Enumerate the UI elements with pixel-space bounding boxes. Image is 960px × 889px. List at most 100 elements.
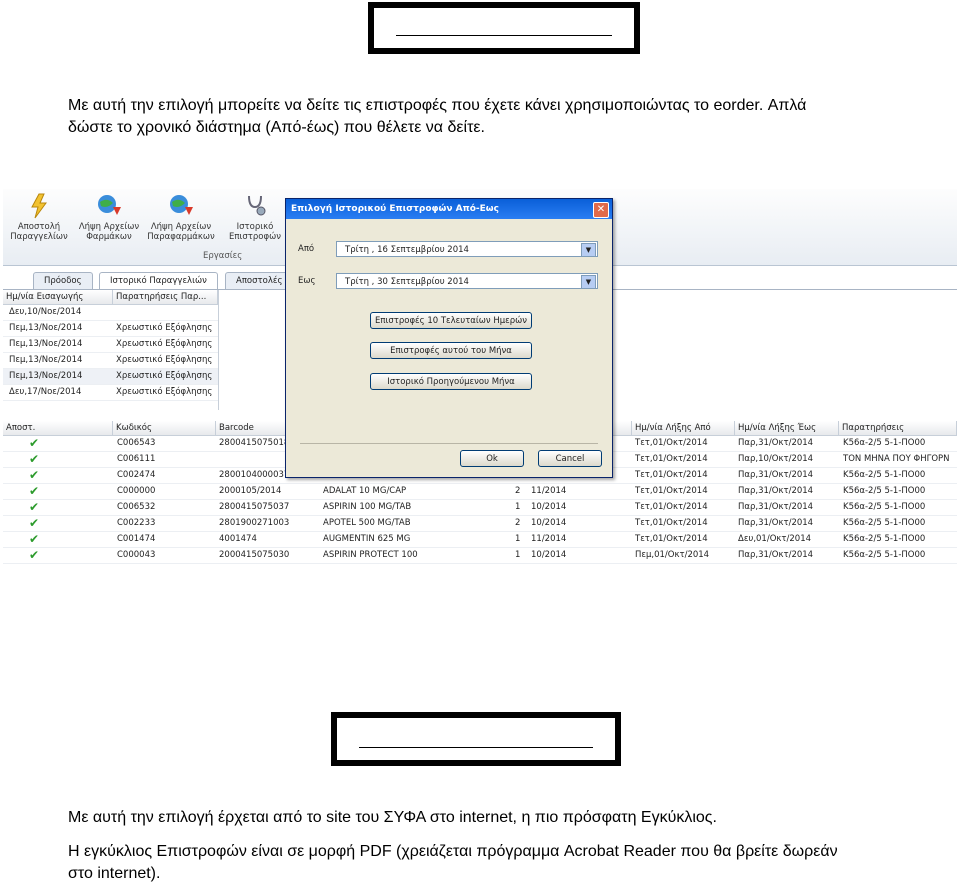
table-row[interactable]: ✔ C000043 2000415075030 ASPIRIN PROTECT 100… xyxy=(3,548,957,564)
bottom-button-frame[interactable] xyxy=(331,712,621,766)
section2-line1: Με αυτή την επιλογή έρχεται από το site … xyxy=(68,809,717,826)
cell-from: Τετ,01/Οκτ/2014 xyxy=(635,502,708,512)
cell-barcode: 2000105/2014 xyxy=(219,486,282,496)
header-notes[interactable]: Παρατηρήσεις xyxy=(839,421,957,435)
table-row[interactable]: Δευ,17/Νοε/2014 Χρεωστικό Εξόφλησης xyxy=(3,385,218,401)
to-date-picker[interactable]: Τρίτη , 30 Σεπτεμβρίου 2014 ▼ xyxy=(336,273,598,289)
this-month-button[interactable]: Επιστροφές αυτού του Μήνα xyxy=(370,342,532,359)
section2-line2: Η εγκύκλιος Επιστροφών είναι σε μορφή PD… xyxy=(68,843,838,860)
cell-desc: ASPIRIN PROTECT 100 xyxy=(323,550,418,560)
cancel-button[interactable]: Cancel xyxy=(538,450,602,467)
table-row[interactable]: Πεμ,13/Νοε/2014 Χρεωστικό Εξόφλησης xyxy=(3,369,218,385)
cell-to: Παρ,31/Οκτ/2014 xyxy=(738,486,814,496)
cell-code: C000043 xyxy=(117,550,156,560)
close-icon[interactable]: ✕ xyxy=(593,202,609,218)
row-date: Πεμ,13/Νοε/2014 xyxy=(9,355,83,365)
cell-to: Παρ,31/Οκτ/2014 xyxy=(738,518,814,528)
table-row[interactable]: ✔ C000000 2000105/2014 ADALAT 10 MG/CAP 2 11/… xyxy=(3,484,957,500)
cell-from: Τετ,01/Οκτ/2014 xyxy=(635,454,708,464)
dialog-title: Επιλογή Ιστορικού Επιστροφών Από-Εως xyxy=(286,199,612,219)
cell-note: Κ56α-2/5 5-1-ΠΟ00 xyxy=(843,518,926,528)
cell-barcode: 2800415075037 xyxy=(219,502,290,512)
cell-date: 11/2014 xyxy=(531,486,567,496)
cell-note: Κ56α-2/5 5-1-ΠΟ00 xyxy=(843,438,926,448)
table-row[interactable]: Πεμ,13/Νοε/2014 Χρεωστικό Εξόφλησης xyxy=(3,337,218,353)
from-date-value: Τρίτη , 16 Σεπτεμβρίου 2014 xyxy=(345,245,469,255)
table-row[interactable]: ✔ C002233 2801900271003 APOTEL 500 MG/TAB 2 1… xyxy=(3,516,957,532)
table-row[interactable]: Πεμ,13/Νοε/2014 Χρεωστικό Εξόφλησης xyxy=(3,353,218,369)
returns-history-label: Ιστορικό Επιστροφών xyxy=(229,222,281,242)
cell-from: Τετ,01/Οκτ/2014 xyxy=(635,438,708,448)
download-parapharm-button[interactable]: Λήψη Αρχείων Παραφαρμάκων xyxy=(147,193,215,242)
ok-button[interactable]: Ok xyxy=(460,450,524,467)
cell-qty: 1 xyxy=(515,502,521,512)
row-date: Δευ,10/Νοε/2014 xyxy=(9,307,82,317)
cell-barcode: 4001474 xyxy=(219,534,257,544)
cell-date: 10/2014 xyxy=(531,550,567,560)
cell-note: Κ56α-2/5 5-1-ΠΟ00 xyxy=(843,470,926,480)
header-code[interactable]: Κωδικός xyxy=(113,421,216,435)
checkmark-icon: ✔ xyxy=(29,516,40,530)
stethoscope-icon xyxy=(248,195,266,216)
cell-code: C006532 xyxy=(117,502,156,512)
cell-barcode: 2801900271003 xyxy=(219,518,290,528)
dialog-divider xyxy=(300,443,598,444)
section1-line2: δώστε το χρονικό διάστημα (Από-έως) που … xyxy=(68,119,485,136)
row-note: Χρεωστικό Εξόφλησης xyxy=(116,371,213,381)
table-row[interactable]: Δευ,10/Νοε/2014 xyxy=(3,305,218,321)
header-notes[interactable]: Παρατηρήσεις Παρ... xyxy=(113,290,218,304)
download-drugs-button[interactable]: Λήψη Αρχείων Φαρμάκων xyxy=(75,193,143,242)
cell-from: Τετ,01/Οκτ/2014 xyxy=(635,470,708,480)
to-label: Εως xyxy=(298,276,316,286)
row-note: Χρεωστικό Εξόφλησης xyxy=(116,355,213,365)
cell-note: Κ56α-2/5 5-1-ΠΟ00 xyxy=(843,550,926,560)
cell-date: 10/2014 xyxy=(531,518,567,528)
checkmark-icon: ✔ xyxy=(29,548,40,562)
checkmark-icon: ✔ xyxy=(29,468,40,482)
cell-from: Τετ,01/Οκτ/2014 xyxy=(635,534,708,544)
header-sent[interactable]: Αποστ. xyxy=(3,421,113,435)
table-row[interactable]: Πεμ,13/Νοε/2014 Χρεωστικό Εξόφλησης xyxy=(3,321,218,337)
tab-shipments[interactable]: Αποστολές xyxy=(225,272,294,289)
globe-download-icon xyxy=(170,195,193,215)
download-drugs-label: Λήψη Αρχείων Φαρμάκων xyxy=(78,222,140,242)
send-orders-label: Αποστολή Παραγγελίων xyxy=(10,222,68,242)
row-date: Πεμ,13/Νοε/2014 xyxy=(9,339,83,349)
chevron-down-icon[interactable]: ▼ xyxy=(581,275,596,289)
section1-line1: Με αυτή την επιλογή μπορείτε να δείτε τι… xyxy=(68,97,807,114)
row-note: Χρεωστικό Εξόφλησης xyxy=(116,323,213,333)
cell-desc: ASPIRIN 100 MG/TAB xyxy=(323,502,412,512)
cell-note: Κ56α-2/5 5-1-ΠΟ00 xyxy=(843,534,926,544)
header-exp-from[interactable]: Ημ/νία Λήξης Από xyxy=(632,421,735,435)
header-date[interactable]: Ημ/νία Εισαγωγής xyxy=(3,290,113,304)
checkmark-icon: ✔ xyxy=(29,500,40,514)
cell-code: C006111 xyxy=(117,454,156,464)
returns-history-button[interactable]: Ιστορικό Επιστροφών xyxy=(221,193,289,242)
cell-qty: 1 xyxy=(515,550,521,560)
cell-desc: APOTEL 500 MG/TAB xyxy=(323,518,411,528)
row-date: Δευ,17/Νοε/2014 xyxy=(9,387,82,397)
chevron-down-icon[interactable]: ▼ xyxy=(581,243,596,257)
header-exp-to[interactable]: Ημ/νία Λήξης Έως xyxy=(735,421,839,435)
lightning-icon xyxy=(31,193,47,219)
top-button-frame[interactable] xyxy=(368,2,640,54)
cell-to: Παρ,10/Οκτ/2014 xyxy=(738,454,814,464)
table-row[interactable]: ✔ C001474 4001474 AUGMENTIN 625 MG 1 11/2014 Τ… xyxy=(3,532,957,548)
cell-to: Παρ,31/Οκτ/2014 xyxy=(738,470,814,480)
row-note: Χρεωστικό Εξόφλησης xyxy=(116,339,213,349)
date-range-dialog: Επιλογή Ιστορικού Επιστροφών Από-Εως ✕ Α… xyxy=(285,198,613,478)
orders-table-header: Ημ/νία Εισαγωγής Παρατηρήσεις Παρ... xyxy=(3,290,218,305)
ribbon-group-label: Εργασίες xyxy=(203,251,243,261)
send-orders-button[interactable]: Αποστολή Παραγγελίων xyxy=(5,193,73,242)
cell-code: C001474 xyxy=(117,534,156,544)
orders-table: Ημ/νία Εισαγωγής Παρατηρήσεις Παρ... Δευ… xyxy=(3,290,219,410)
from-date-picker[interactable]: Τρίτη , 16 Σεπτεμβρίου 2014 ▼ xyxy=(336,241,598,257)
row-note: Χρεωστικό Εξόφλησης xyxy=(116,387,213,397)
cell-from: Τετ,01/Οκτ/2014 xyxy=(635,486,708,496)
table-row[interactable]: ✔ C006532 2800415075037 ASPIRIN 100 MG/TAB 1… xyxy=(3,500,957,516)
last-10-days-button[interactable]: Επιστροφές 10 Τελευταίων Ημερών xyxy=(370,312,532,329)
tab-order-history[interactable]: Ιστορικό Παραγγελιών xyxy=(99,272,218,289)
tab-progress[interactable]: Πρόοδος xyxy=(33,272,93,289)
previous-month-button[interactable]: Ιστορικό Προηγούμενου Μήνα xyxy=(370,373,532,390)
section2-line3: στο internet). xyxy=(68,865,161,882)
